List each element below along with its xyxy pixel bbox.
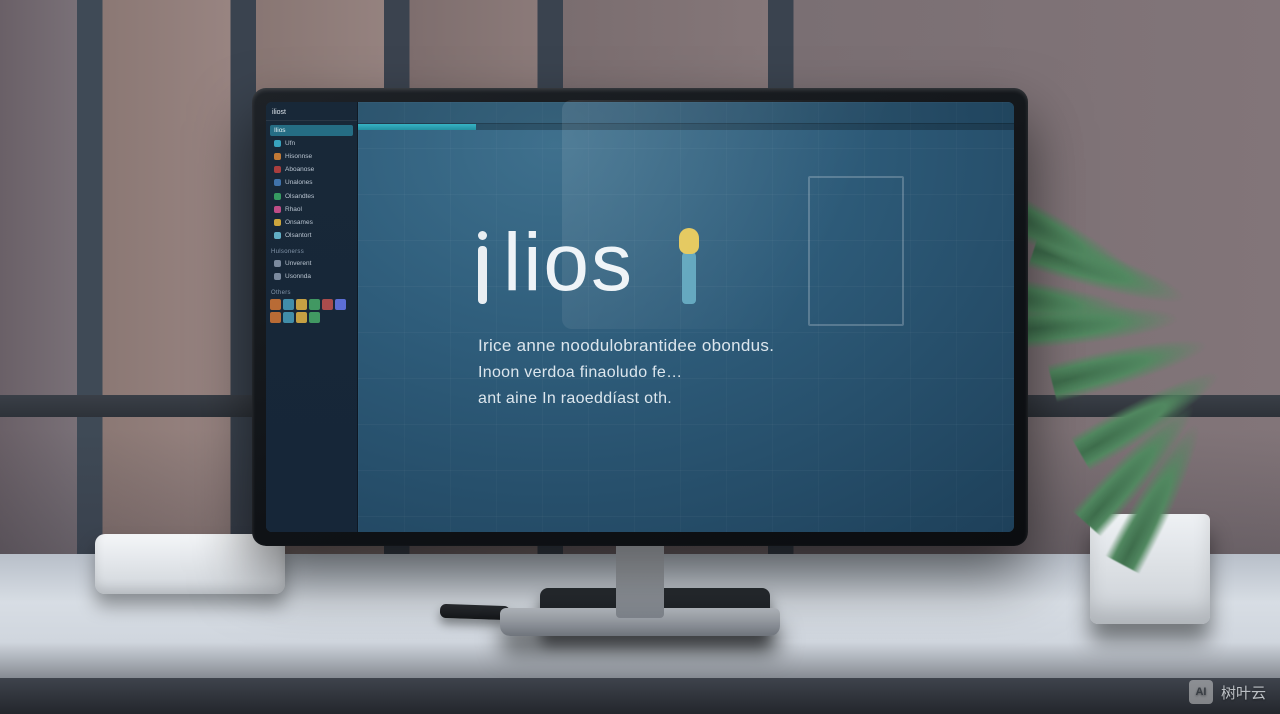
- sidebar-item-color-icon: [274, 260, 281, 267]
- hero-tagline-line: ant aine In raoeddíast oth.: [478, 386, 774, 412]
- hero-logo: lios: [478, 220, 704, 304]
- sidebar-item-label: Aboanose: [285, 166, 314, 173]
- sidebar-thumbnail[interactable]: [335, 299, 346, 310]
- sidebar-thumbnail[interactable]: [322, 299, 333, 310]
- sidebar-item-color-icon: [274, 273, 281, 280]
- sidebar-thumbnail[interactable]: [283, 312, 294, 323]
- sidebar-item-label: Unverent: [285, 260, 311, 267]
- monitor-screen: iliost Ilios Ufn Hisonnse Aboanose Unalones…: [266, 102, 1014, 532]
- sidebar-thumbnail[interactable]: [270, 299, 281, 310]
- hero-tagline: Irice anne noodulobrantidee obondus. Ino…: [478, 332, 774, 413]
- app-toolbar: [358, 102, 1014, 124]
- sidebar-item-label: Rhaol: [285, 206, 302, 213]
- sidebar-thumbnail[interactable]: [296, 312, 307, 323]
- sidebar-thumbnail[interactable]: [309, 312, 320, 323]
- sidebar-thumbnail[interactable]: [309, 299, 320, 310]
- sidebar-item[interactable]: Unverent: [269, 258, 354, 269]
- sidebar-item-color-icon: [274, 153, 281, 160]
- logo-wordmark: lios: [503, 222, 634, 304]
- plant: [990, 194, 1250, 524]
- sidebar-item-label: Unalones: [285, 179, 312, 186]
- hero-area: lios Irice anne noodulobrantidee obondus…: [358, 130, 1014, 532]
- sidebar-item-color-icon: [274, 219, 281, 226]
- sidebar-item[interactable]: Ufn: [269, 138, 354, 149]
- sidebar-item-label: Onsames: [285, 219, 313, 226]
- monitor-bezel: iliost Ilios Ufn Hisonnse Aboanose Unalones…: [252, 88, 1028, 546]
- sidebar-section-label: Others: [266, 288, 357, 297]
- sidebar-item-label: Usonnda: [285, 273, 311, 280]
- sidebar-item-color-icon: [274, 193, 281, 200]
- sidebar-thumbnail[interactable]: [296, 299, 307, 310]
- sidebar-item-color-icon: [274, 179, 281, 186]
- sidebar-item[interactable]: Usonnda: [269, 271, 354, 282]
- sidebar-item[interactable]: Olsandtes: [269, 191, 354, 202]
- sidebar-item[interactable]: Unalones: [269, 177, 354, 188]
- logo-figure-icon: [676, 220, 704, 304]
- sidebar-item[interactable]: Onsames: [269, 217, 354, 228]
- sidebar-item-color-icon: [274, 232, 281, 239]
- sidebar-title: iliost: [266, 106, 357, 121]
- sidebar-item-label: Hisonnse: [285, 153, 312, 160]
- sidebar-item-label: Olsantort: [285, 232, 311, 239]
- sidebar-item[interactable]: Rhaol: [269, 204, 354, 215]
- sidebar-item-color-icon: [274, 206, 281, 213]
- app-main: lios Irice anne noodulobrantidee obondus…: [358, 102, 1014, 532]
- watermark-text: 树叶云: [1221, 682, 1266, 703]
- app-sidebar: iliost Ilios Ufn Hisonnse Aboanose Unalones…: [266, 102, 358, 532]
- sidebar-thumbnail[interactable]: [270, 312, 281, 323]
- image-watermark: AI 树叶云: [1189, 680, 1266, 704]
- plant-pot: [1090, 514, 1210, 624]
- sidebar-thumbnails: [266, 297, 357, 325]
- sidebar-item[interactable]: Hisonnse: [269, 151, 354, 162]
- sidebar-item[interactable]: Aboanose: [269, 164, 354, 175]
- sidebar-item-color-icon: [274, 140, 281, 147]
- sidebar-section-label: Hulsonerss: [266, 247, 357, 256]
- watermark-ai-badge-icon: AI: [1189, 680, 1213, 704]
- hero-tagline-line: Irice anne noodulobrantidee obondus.: [478, 332, 774, 360]
- scene-background: iliost Ilios Ufn Hisonnse Aboanose Unalones…: [0, 0, 1280, 714]
- hero-doorframe-graphic: [808, 176, 904, 326]
- sidebar-active-tab[interactable]: Ilios: [270, 125, 353, 136]
- monitor-stand-neck: [616, 540, 664, 618]
- logo-left-i-icon: [478, 231, 487, 304]
- sidebar-item-label: Ufn: [285, 140, 295, 147]
- sidebar-item-color-icon: [274, 166, 281, 173]
- sidebar-thumbnail[interactable]: [283, 299, 294, 310]
- hero-tagline-line: Inoon verdoa finaoludo fe…: [478, 360, 774, 386]
- sidebar-item[interactable]: Olsantort: [269, 230, 354, 241]
- sidebar-item-label: Olsandtes: [285, 193, 314, 200]
